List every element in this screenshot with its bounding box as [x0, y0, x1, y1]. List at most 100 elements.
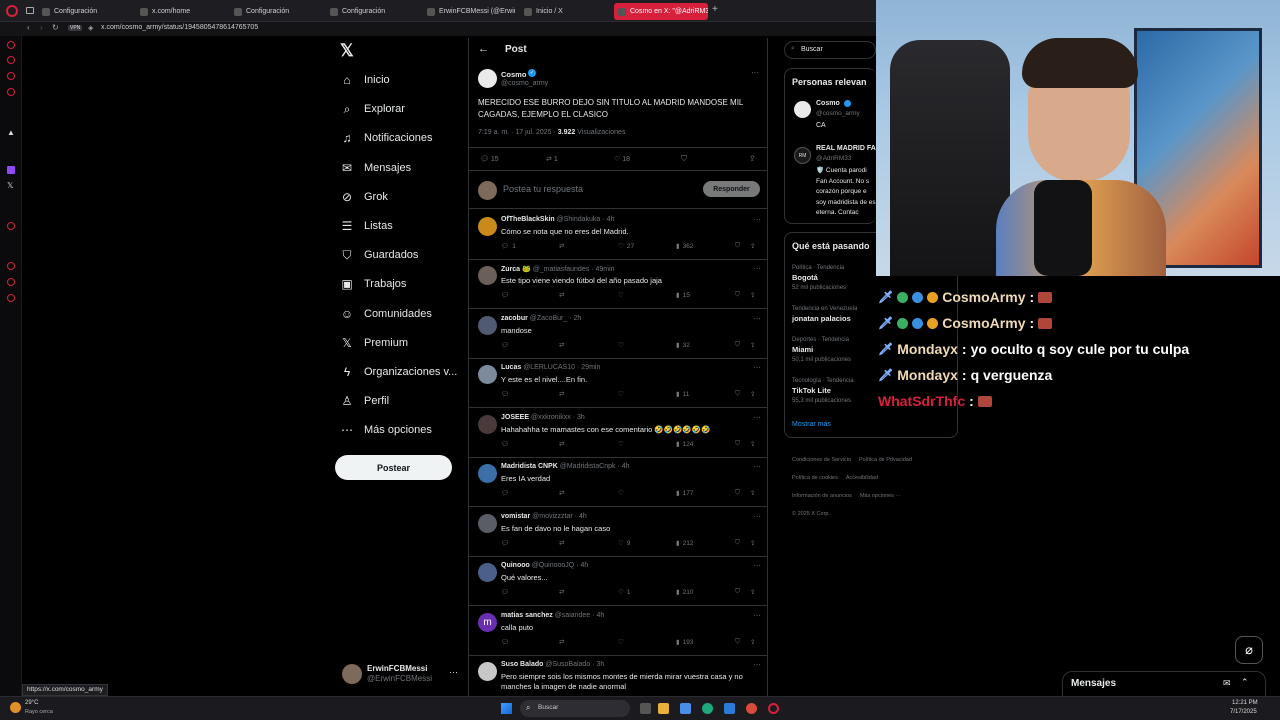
- reply-post[interactable]: Zurca 🐸 @_matiasfaundes · 49min ··· Este t…: [469, 259, 767, 309]
- reply-author-handle[interactable]: @ZacoBur_: [530, 315, 567, 322]
- nav-item-guardados[interactable]: ⛉ Guardados: [340, 244, 418, 266]
- repost-action[interactable]: ⇄: [559, 390, 567, 398]
- share-icon[interactable]: ⇪: [750, 588, 755, 596]
- share-icon[interactable]: ⇪: [750, 291, 755, 299]
- back-icon[interactable]: ‹: [27, 23, 30, 32]
- reply-author-name[interactable]: matias sanchez: [501, 612, 553, 619]
- reply-action[interactable]: 💬︎ 15: [480, 155, 499, 163]
- footer-link[interactable]: Condiciones de Servicio: [792, 454, 851, 466]
- more-icon[interactable]: ···: [751, 68, 759, 77]
- reply-time[interactable]: 4h: [607, 216, 615, 223]
- repost-action[interactable]: ⇄: [559, 539, 567, 547]
- show-more-link[interactable]: Mostrar más: [792, 421, 831, 428]
- opera-icon[interactable]: [768, 703, 779, 714]
- reply-post[interactable]: Suso Balado @SusoBalado · 3h ··· Pero siem…: [469, 655, 767, 698]
- footer-link[interactable]: Política de Privacidad: [859, 454, 912, 466]
- avatar[interactable]: [478, 563, 497, 582]
- reply-author-name[interactable]: OfTheBlackSkin: [501, 216, 555, 223]
- reply-post[interactable]: JOSEEE @xxkronikxx · 3h ··· Hahahahha te m…: [469, 408, 767, 458]
- avatar[interactable]: [478, 316, 497, 335]
- like-action[interactable]: ♡: [618, 489, 627, 497]
- repost-action[interactable]: ⇄: [559, 291, 567, 299]
- share-icon[interactable]: ⇪: [750, 489, 755, 497]
- bookmark-icon[interactable]: ⛉: [735, 489, 740, 497]
- clock-time[interactable]: 12:21 PM: [1232, 700, 1258, 706]
- repost-action[interactable]: ⇄: [559, 489, 567, 497]
- reply-author-handle[interactable]: @SusoBalado: [545, 661, 590, 668]
- nav-item-inicio[interactable]: ⌂ Inicio: [340, 69, 389, 91]
- reply-action[interactable]: 💬︎: [501, 440, 512, 448]
- edge-icon[interactable]: [702, 703, 713, 714]
- reply-input[interactable]: Postea tu respuesta: [503, 184, 583, 194]
- forward-icon[interactable]: ›: [40, 23, 43, 32]
- browser-tab[interactable]: Configuración: [326, 3, 416, 20]
- like-action[interactable]: ♡: [618, 440, 627, 448]
- views-action[interactable]: ▮ 362: [676, 242, 693, 251]
- share-icon[interactable]: ⇪: [750, 539, 755, 547]
- person-card[interactable]: Cosmo @cosmo_army CA: [792, 99, 876, 139]
- reply-post[interactable]: m matias sanchez @saiandee · 4h ··· calla p…: [469, 606, 767, 656]
- reply-post[interactable]: Quinooo @QuinoooJQ · 4h ··· Qué valores...…: [469, 556, 767, 606]
- views-action[interactable]: ▮ 124: [676, 440, 693, 449]
- author-handle[interactable]: @cosmo_army: [501, 80, 548, 87]
- chevron-up-icon[interactable]: ⌃: [1241, 677, 1249, 688]
- windows-start-icon[interactable]: [501, 703, 512, 714]
- footer-link[interactable]: Política de cookies: [792, 472, 838, 484]
- reload-icon[interactable]: ↻: [52, 23, 59, 32]
- reply-author-name[interactable]: JOSEEE: [501, 414, 529, 421]
- reply-action[interactable]: 💬︎: [501, 291, 512, 299]
- bookmark-icon[interactable]: ⛉: [735, 242, 740, 250]
- app-icon[interactable]: [680, 703, 691, 714]
- more-icon[interactable]: ···: [753, 561, 761, 570]
- reply-author-name[interactable]: Quinooo: [501, 562, 530, 569]
- avatar[interactable]: [478, 217, 497, 236]
- like-action[interactable]: ♡: [618, 291, 627, 299]
- reply-action[interactable]: 💬︎: [501, 539, 512, 547]
- browser-tab[interactable]: Configuración: [38, 3, 128, 20]
- sidebar-app-icon[interactable]: [7, 41, 15, 49]
- reply-time[interactable]: 49min: [595, 266, 614, 273]
- repost-action[interactable]: ⇄: [559, 242, 567, 250]
- app-icon[interactable]: [724, 703, 735, 714]
- repost-action[interactable]: ⇄: [559, 638, 567, 646]
- reply-author-name[interactable]: vomistar: [501, 513, 530, 520]
- avatar[interactable]: [478, 662, 497, 681]
- more-icon[interactable]: ···: [753, 512, 761, 521]
- account-switcher[interactable]: ErwinFCBMessi @ErwinFCBMessi ···: [340, 662, 465, 688]
- views-action[interactable]: ▮ 212: [676, 539, 693, 548]
- reply-author-handle[interactable]: @LERLUCAS10: [523, 364, 575, 371]
- new-message-icon[interactable]: ✉: [1223, 678, 1231, 689]
- avatar[interactable]: [478, 365, 497, 384]
- views-action[interactable]: ▮ 32: [676, 341, 690, 350]
- share-icon[interactable]: ⇪: [750, 390, 755, 398]
- vpn-badge[interactable]: VPN: [68, 25, 83, 31]
- sidebar-app-icon[interactable]: [7, 222, 15, 230]
- like-action[interactable]: ♡: [618, 390, 627, 398]
- reply-time[interactable]: 3h: [577, 414, 585, 421]
- author-name[interactable]: Cosmo: [501, 70, 526, 79]
- reply-action[interactable]: 💬︎: [501, 390, 512, 398]
- reply-time[interactable]: 4h: [581, 562, 589, 569]
- more-icon[interactable]: ···: [753, 660, 761, 669]
- sidebar-toggle-icon[interactable]: [26, 7, 34, 14]
- views-action[interactable]: ▮ 193: [676, 638, 693, 647]
- repost-action[interactable]: ⇄ 1: [546, 155, 558, 163]
- reply-author-name[interactable]: zacobur: [501, 315, 528, 322]
- nav-item-mensajes[interactable]: ✉ Mensajes: [340, 157, 411, 179]
- repost-action[interactable]: ⇄: [559, 440, 567, 448]
- sidebar-arc-icon[interactable]: ▲: [7, 128, 15, 137]
- nav-item-grok[interactable]: ⊘ Grok: [340, 186, 388, 208]
- reply-post[interactable]: vomistar @movizzztar · 4h ··· Es fan de da…: [469, 507, 767, 557]
- reply-post[interactable]: OfTheBlackSkin @Shindakuka · 4h ··· Cómo s…: [469, 210, 767, 260]
- more-icon[interactable]: ···: [753, 363, 761, 372]
- bookmark-icon[interactable]: ⛉: [735, 539, 740, 547]
- share-icon[interactable]: ⇪: [750, 242, 755, 250]
- avatar[interactable]: m: [478, 613, 497, 632]
- like-action[interactable]: ♡ 27: [618, 242, 634, 251]
- sidebar-app-icon[interactable]: [7, 88, 15, 96]
- new-tab-icon[interactable]: +: [712, 4, 718, 15]
- footer-link[interactable]: Accesibilidad: [846, 472, 878, 484]
- bookmark-icon[interactable]: ⛉: [735, 341, 740, 349]
- sidebar-x-icon[interactable]: 𝕏: [7, 181, 13, 190]
- like-action[interactable]: ♡ 9: [618, 539, 630, 548]
